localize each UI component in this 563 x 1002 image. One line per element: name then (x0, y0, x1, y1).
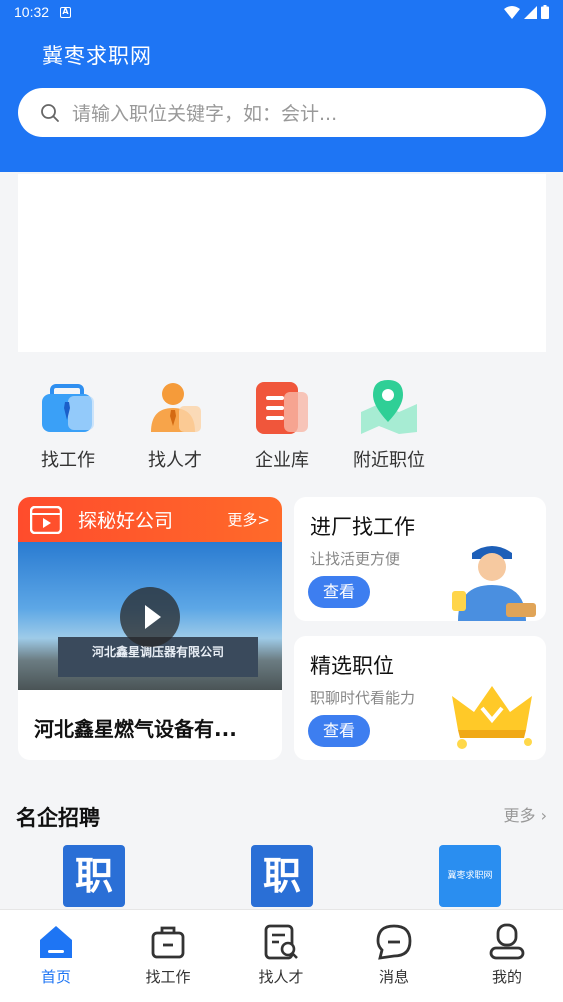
worker-icon (452, 546, 536, 621)
crown-icon (452, 686, 532, 749)
section-title: 名企招聘 (16, 806, 100, 830)
explore-more-link[interactable]: 更多> (227, 509, 270, 530)
search-input[interactable]: 请输入职位关键字，如：会计... (18, 88, 546, 137)
status-icons (504, 5, 549, 19)
company-logo[interactable]: 职 (251, 845, 313, 907)
search-placeholder: 请输入职位关键字，如：会计... (72, 103, 338, 125)
briefcase-icon (151, 926, 185, 959)
location-icon (361, 380, 417, 434)
battery-icon (541, 5, 549, 19)
tab-find-job[interactable]: 找工作 (112, 922, 224, 987)
resume-search-icon (264, 924, 298, 960)
card-title: 精选职位 (310, 654, 394, 678)
tab-home[interactable]: 首页 (0, 922, 112, 987)
view-button[interactable]: 查看 (308, 715, 370, 747)
banner[interactable] (18, 174, 546, 352)
tab-label: 找人才 (258, 968, 304, 986)
menu-nearby-jobs[interactable]: 附近职位 (334, 378, 444, 472)
company-video-thumbnail[interactable]: 河北鑫星调压器有限公司 (18, 542, 282, 690)
briefcase-icon (42, 384, 94, 432)
view-button[interactable]: 查看 (308, 576, 370, 608)
menu-label: 附近职位 (353, 450, 425, 471)
menu-label: 企业库 (255, 450, 309, 471)
company-logo[interactable]: 冀枣求职网 (439, 845, 501, 907)
home-icon (40, 926, 72, 958)
more-label: 更多 (503, 806, 536, 825)
tab-label: 找工作 (145, 968, 191, 986)
status-bar: 10:32 A (0, 0, 563, 26)
user-icon (489, 923, 525, 960)
selected-jobs-card[interactable]: 精选职位 职聊时代看能力 查看 (294, 636, 546, 760)
factory-job-card[interactable]: 进厂找工作 让找活更方便 查看 (294, 497, 546, 621)
explore-company-card[interactable]: 探秘好公司 更多> 河北鑫星调压器有限公司 河北鑫星燃气设备有... (18, 497, 282, 760)
person-icon (151, 383, 201, 432)
tab-profile[interactable]: 我的 (451, 922, 563, 987)
chat-icon (376, 924, 412, 960)
card-title: 进厂找工作 (310, 515, 415, 539)
tab-label: 首页 (40, 968, 71, 986)
card-subtitle: 职聊时代看能力 (310, 689, 416, 707)
play-icon[interactable] (120, 587, 180, 647)
tab-find-talent[interactable]: 找人才 (225, 922, 337, 987)
notification-icon: A (60, 7, 71, 18)
tab-messages[interactable]: 消息 (338, 922, 450, 987)
menu-find-talent[interactable]: 找人才 (120, 378, 230, 472)
section-more-link[interactable]: 更多 › (503, 802, 547, 826)
explore-header: 探秘好公司 更多> (18, 497, 282, 542)
status-time: 10:32 (14, 4, 50, 20)
company-logo[interactable]: 职 (63, 845, 125, 907)
quick-menu: 找工作 找人才 企业库 附近职位 (0, 378, 563, 478)
card-subtitle: 让找活更方便 (310, 550, 401, 568)
building-icon (256, 382, 308, 434)
tab-label: 我的 (491, 968, 522, 986)
explore-title: 探秘好公司 (78, 510, 174, 532)
tab-label: 消息 (378, 968, 409, 986)
menu-label: 找工作 (41, 450, 95, 471)
chevron-right-icon: › (540, 806, 547, 825)
menu-label: 找人才 (148, 450, 202, 471)
video-icon (30, 506, 62, 534)
company-name: 河北鑫星燃气设备有... (34, 717, 237, 741)
menu-company-library[interactable]: 企业库 (227, 378, 337, 472)
header: 10:32 A 冀枣求职网 请输入职位关键字，如：会计... (0, 0, 563, 172)
wifi-icon (504, 5, 520, 19)
app-title: 冀枣求职网 (42, 44, 152, 68)
menu-find-job[interactable]: 找工作 (13, 378, 123, 472)
search-icon (41, 103, 59, 122)
bottom-nav: 首页 找工作 找人才 消息 我的 (0, 909, 563, 1002)
signal-icon (524, 5, 537, 19)
